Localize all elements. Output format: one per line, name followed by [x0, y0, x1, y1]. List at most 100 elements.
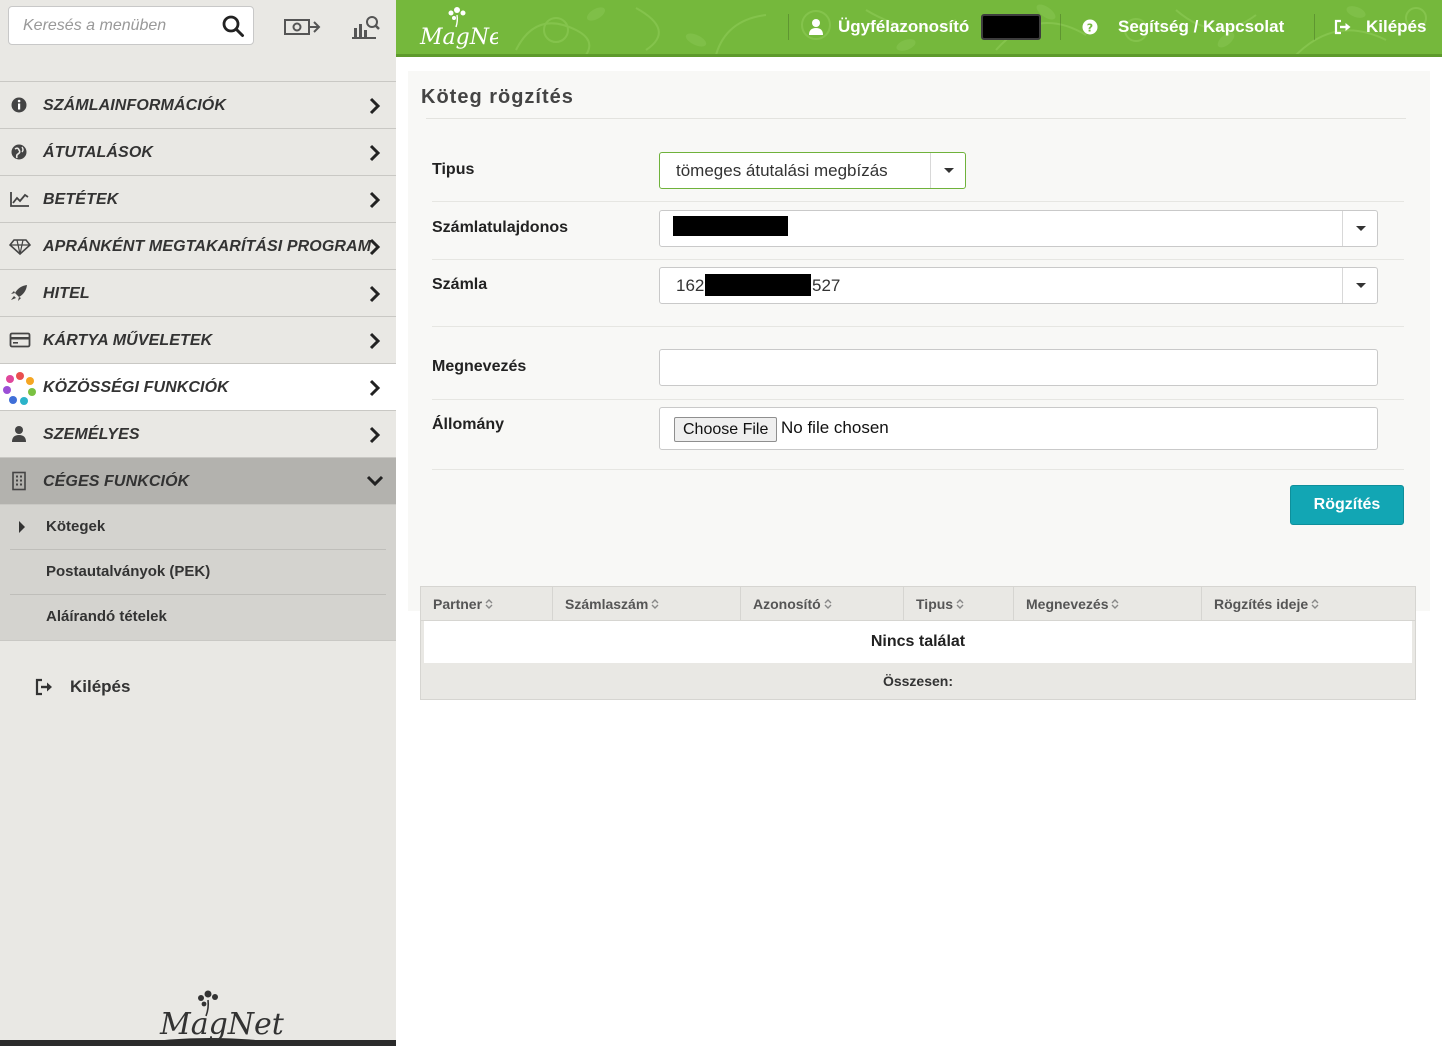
menu-item-szamlainformaciok[interactable]: SZÁMLAINFORMÁCIÓK: [0, 82, 396, 129]
column-header-partner[interactable]: Partner: [421, 587, 553, 621]
type-select-value: tömeges átutalási megbízás: [676, 161, 888, 180]
name-input[interactable]: [660, 350, 1377, 385]
user-icon: [12, 426, 26, 442]
svg-text:MagNet: MagNet: [419, 25, 498, 50]
main-content: Köteg rögzítés Tipus tömeges átutalási m…: [396, 57, 1442, 1046]
column-header-megnevezes[interactable]: Megnevezés: [1014, 587, 1202, 621]
submit-button[interactable]: Rögzítés: [1290, 485, 1404, 525]
table-header: Partner Számlaszám Azonosító Tipus Megne…: [421, 587, 1415, 621]
menu-item-hitel[interactable]: HITEL: [0, 270, 396, 317]
submenu-item-label: Kötegek: [46, 518, 106, 535]
row-divider: [432, 201, 1404, 202]
type-select[interactable]: tömeges átutalási megbízás: [659, 152, 966, 189]
column-header-label: Rögzítés ideje: [1214, 596, 1309, 612]
caret-down-icon: [930, 153, 965, 188]
caret-down-icon: [1342, 268, 1377, 303]
account-select[interactable]: 162 527: [659, 267, 1378, 304]
sort-icon: [956, 599, 964, 609]
sidebar-logout-link[interactable]: Kilépés: [34, 672, 130, 702]
row-divider: [432, 399, 1404, 400]
column-header-label: Számlaszám: [565, 596, 649, 612]
header-separator: [1060, 14, 1061, 40]
client-id-redacted: [981, 14, 1042, 40]
line-chart-icon: [10, 192, 29, 207]
sort-icon: [485, 599, 493, 609]
account-owner-redacted: [673, 216, 788, 236]
menu-item-label: SZÁMLAINFORMÁCIÓK: [43, 97, 227, 114]
account-number-redacted: [705, 274, 811, 296]
svg-text:?: ?: [1087, 22, 1093, 35]
submenu-item-kotegek[interactable]: Kötegek: [10, 505, 386, 550]
sort-icon: [1111, 599, 1119, 609]
money-transfer-icon[interactable]: [282, 12, 322, 42]
rocket-icon: [11, 285, 27, 301]
submenu-item-label: Postautalványok (PEK): [46, 563, 211, 580]
batch-entry-panel: Köteg rögzítés Tipus tömeges átutalási m…: [408, 71, 1430, 611]
chart-search-icon[interactable]: [346, 12, 386, 42]
search-icon[interactable]: [221, 14, 245, 38]
submenu-item-label: Aláírandó tételek: [46, 608, 167, 625]
help-contact-label: Segítség / Kapcsolat: [1118, 17, 1285, 36]
header-separator: [1314, 14, 1315, 40]
sidebar-bottom-bar: [0, 1040, 396, 1046]
account-owner-select[interactable]: [659, 210, 1378, 247]
column-header-label: Azonosító: [753, 596, 821, 612]
account-label: Számla: [432, 276, 488, 293]
menu-item-ceges-funkciok[interactable]: CÉGES FUNKCIÓK: [0, 458, 396, 505]
row-divider: [432, 326, 1404, 327]
header-logout-link[interactable]: Kilépés: [1334, 0, 1426, 54]
choose-file-button[interactable]: Choose File: [674, 417, 778, 442]
menu-item-label: KÁRTYA MŰVELETEK: [43, 332, 213, 349]
header-logout-label: Kilépés: [1366, 17, 1427, 36]
svg-text:MagNet: MagNet: [159, 1007, 285, 1042]
menu-item-atutalasok[interactable]: ÁTUTALÁSOK: [0, 129, 396, 176]
page-title: Köteg rögzítés: [421, 86, 574, 108]
main-menu: SZÁMLAINFORMÁCIÓK ÁTUTALÁSOK BETÉTEK APR…: [0, 81, 396, 641]
menu-search-box: [8, 6, 254, 45]
column-header-tipus[interactable]: Tipus: [904, 587, 1014, 621]
account-number-suffix: 527: [812, 276, 841, 295]
ceges-funkciok-submenu: Kötegek Postautalványok (PEK) Aláírandó …: [0, 505, 396, 641]
top-header: MagNet Ügyfélazonosító ? Segítség / Kapc…: [396, 0, 1442, 57]
sort-icon: [1311, 599, 1319, 609]
chevron-right-icon: [369, 238, 381, 256]
user-icon: [809, 19, 823, 35]
magnet-logo[interactable]: MagNet: [418, 6, 498, 50]
column-header-label: Tipus: [916, 596, 954, 612]
sign-out-icon: [35, 678, 52, 696]
sidebar-logout-label: Kilépés: [70, 677, 131, 696]
sort-icon: [824, 599, 832, 609]
header-separator: [788, 14, 789, 40]
menu-item-label: APRÁNKÉNT MEGTAKARÍTÁSI PROGRAM: [43, 238, 372, 255]
column-header-azonosito[interactable]: Azonosító: [741, 587, 904, 621]
name-field-wrapper: [659, 349, 1378, 386]
column-header-rogzites-ideje[interactable]: Rögzítés ideje: [1202, 587, 1415, 621]
menu-item-aprankent[interactable]: APRÁNKÉNT MEGTAKARÍTÁSI PROGRAM: [0, 223, 396, 270]
table-footer-total: Összesen:: [882, 673, 954, 689]
menu-item-kartya-muveletek[interactable]: KÁRTYA MŰVELETEK: [0, 317, 396, 364]
menu-item-kozossegi-funkciok[interactable]: KÖZÖSSÉGI FUNKCIÓK: [0, 364, 396, 411]
sign-out-icon: [1334, 19, 1351, 35]
menu-item-betetek[interactable]: BETÉTEK: [0, 176, 396, 223]
building-icon: [12, 471, 26, 491]
diamond-icon: [9, 239, 31, 256]
chevron-down-icon: [366, 475, 384, 487]
account-number-prefix: 162: [676, 276, 705, 295]
menu-search-input[interactable]: [9, 7, 209, 44]
client-id-label: Ügyfélazonosító: [838, 17, 970, 36]
submenu-item-alairando-tetelek[interactable]: Aláírandó tételek: [10, 595, 386, 640]
menu-item-szemelyes[interactable]: SZEMÉLYES: [0, 411, 396, 458]
question-circle-icon: ?: [1082, 19, 1098, 35]
chevron-right-icon: [369, 285, 381, 303]
sidebar: SZÁMLAINFORMÁCIÓK ÁTUTALÁSOK BETÉTEK APR…: [0, 0, 396, 1046]
help-contact-link[interactable]: ? Segítség / Kapcsolat: [1082, 0, 1284, 54]
type-label: Tipus: [432, 161, 475, 178]
submenu-item-postautalvanyok[interactable]: Postautalványok (PEK): [10, 550, 386, 595]
name-label: Megnevezés: [432, 358, 527, 375]
title-divider: [426, 118, 1406, 119]
column-header-szamlaszam[interactable]: Számlaszám: [553, 587, 741, 621]
file-label: Állomány: [432, 416, 505, 433]
column-header-label: Partner: [433, 596, 483, 612]
chevron-right-icon: [369, 379, 381, 397]
client-id-area: Ügyfélazonosító: [808, 0, 1042, 54]
